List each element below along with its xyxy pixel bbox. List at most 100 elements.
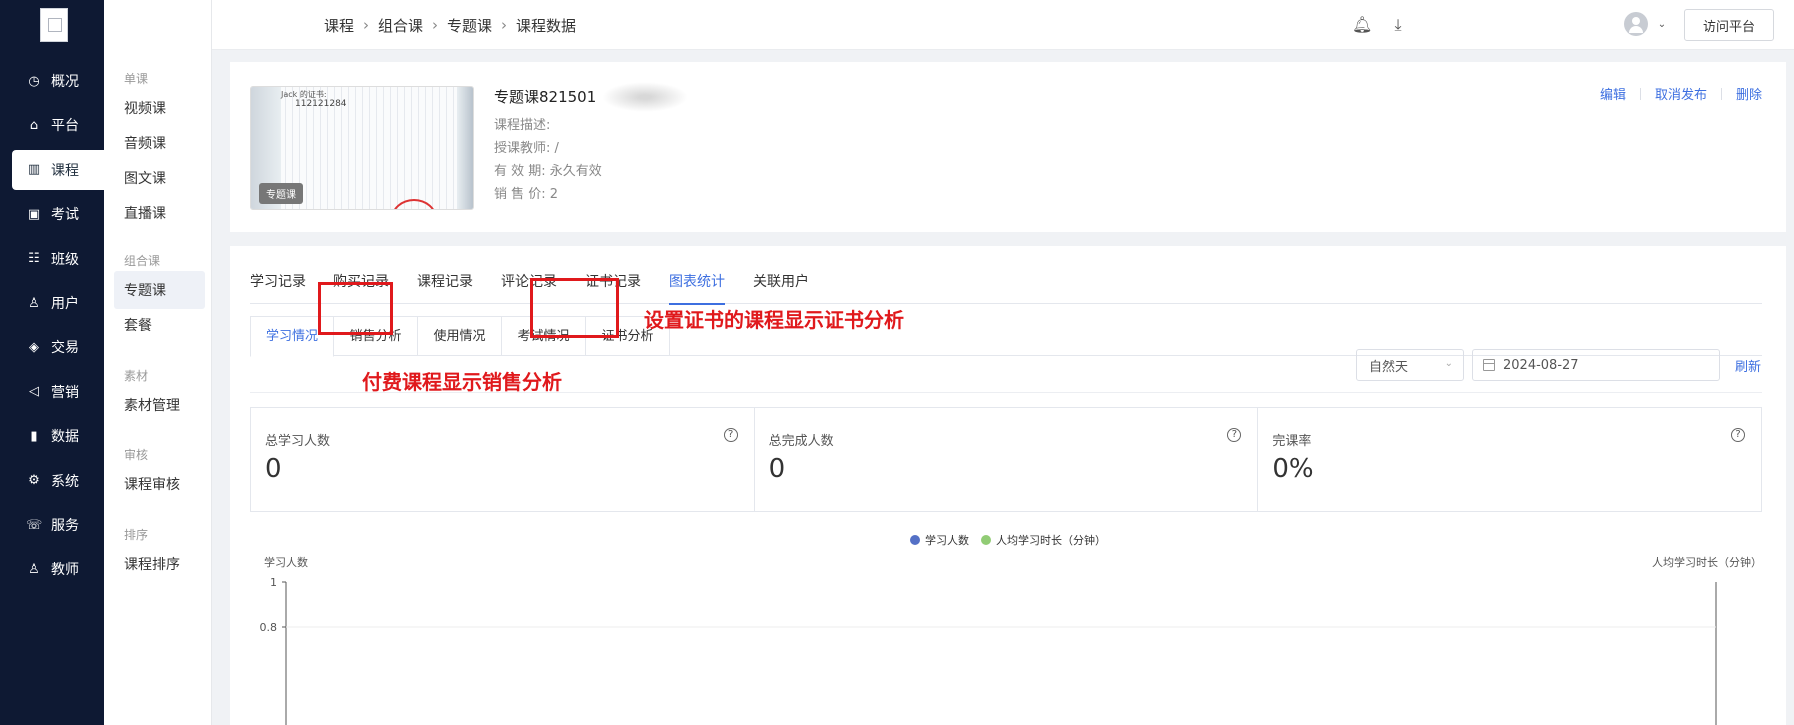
- submenu-item[interactable]: 音频课: [104, 124, 205, 162]
- submenu-item[interactable]: 图文课: [104, 159, 205, 197]
- help-icon[interactable]: ?: [1731, 428, 1746, 442]
- submenu-item[interactable]: 专题课: [114, 271, 205, 309]
- period-select[interactable]: 自然天 ⌄: [1356, 349, 1464, 381]
- app-logo[interactable]: [40, 8, 68, 42]
- sidebar-item[interactable]: ☷ 班级: [0, 239, 104, 279]
- date-picker[interactable]: 2024-08-27: [1472, 349, 1720, 381]
- refresh-button[interactable]: 刷新: [1735, 356, 1761, 375]
- chevron-down-icon: ⌄: [1444, 358, 1453, 369]
- teacher-icon: ♙: [28, 561, 40, 577]
- submenu-group-title: 单课: [124, 72, 149, 86]
- stat-label: 总完成人数: [768, 434, 834, 449]
- y-tick-label: 0.8: [260, 621, 278, 634]
- stats-row: 总学习人数 0 ? 总完成人数 0 ? 完课率 0% ?: [250, 407, 1762, 512]
- main-tabs: 学习记录 购买记录 课程记录 评论记录 证书记录 图表统计 关联用户: [250, 268, 1762, 305]
- submenu-item[interactable]: 套餐: [104, 306, 205, 344]
- tab-main[interactable]: 学习记录: [250, 268, 306, 304]
- sidebar-item[interactable]: ▥ 课程: [12, 149, 104, 190]
- settings-icon: ⚙: [28, 473, 40, 489]
- course-validity: 有 效 期: 永久有效: [494, 164, 602, 179]
- edit-button[interactable]: 编辑: [1600, 84, 1626, 103]
- y-axis-label: 学习人数: [264, 555, 308, 569]
- date-value: 2024-08-27: [1503, 357, 1579, 373]
- course-info-card: Jack 的证书: 112121284 专题课 专题课821501 课程描述: …: [230, 62, 1786, 232]
- exam-icon: ▣: [27, 206, 41, 222]
- sidebar-item[interactable]: ◷ 概况: [0, 61, 104, 101]
- unpublish-button[interactable]: 取消发布: [1655, 84, 1707, 103]
- thumb-text: 112121284: [295, 99, 347, 109]
- submenu-item[interactable]: 素材管理: [104, 386, 205, 424]
- stat-label: 总学习人数: [265, 434, 331, 449]
- breadcrumb-item[interactable]: 专题课: [447, 15, 492, 36]
- course-type-badge: 专题课: [259, 183, 303, 204]
- stamp-mark: [391, 199, 437, 209]
- submenu-item[interactable]: 直播课: [104, 194, 205, 232]
- avatar[interactable]: [1624, 12, 1648, 36]
- sidebar-item-label: 交易: [51, 340, 79, 357]
- tab-main[interactable]: 课程记录: [417, 268, 473, 304]
- highlight-box-sales: [318, 282, 393, 335]
- calendar-icon: [1483, 359, 1495, 371]
- course-submenu: 单课 视频课 音频课 图文课 直播课 组合课 专题课 套餐 素材 素材管理 审核 课程审核 排序 课程排序: [104, 0, 212, 725]
- class-icon: ☷: [28, 251, 40, 267]
- submenu-item[interactable]: 视频课: [104, 89, 205, 127]
- breadcrumb-item[interactable]: 组合课: [378, 15, 423, 36]
- user-icon: ♙: [28, 295, 40, 311]
- help-icon[interactable]: ?: [1227, 428, 1242, 442]
- sidebar-item[interactable]: ♙ 用户: [0, 283, 104, 323]
- submenu-group-title: 组合课: [124, 254, 161, 268]
- breadcrumb-item[interactable]: 课程: [324, 15, 354, 36]
- submenu-item[interactable]: 课程审核: [104, 465, 205, 503]
- store-icon: ⌂: [29, 117, 39, 133]
- bell-icon[interactable]: 🔔︎: [1352, 15, 1372, 35]
- divider: [250, 392, 1762, 393]
- highlight-box-cert: [530, 278, 619, 338]
- stat-value: 0%: [1272, 454, 1314, 484]
- sidebar-item[interactable]: ▮ 数据: [0, 416, 104, 456]
- stat-card: 总完成人数 0 ?: [755, 408, 1259, 511]
- breadcrumb: 课程 › 组合课 › 专题课 › 课程数据: [324, 15, 577, 36]
- learning-chart: 学习人数 人均学习时长（分钟） 1 0.8: [260, 555, 1762, 725]
- tab-main[interactable]: 关联用户: [753, 268, 809, 304]
- breadcrumb-current: 课程数据: [516, 16, 577, 35]
- sidebar-item-label: 系统: [51, 473, 79, 490]
- sidebar-item[interactable]: ☏ 服务: [0, 505, 104, 545]
- sidebar-item-label: 数据: [51, 429, 79, 446]
- stat-value: 0: [265, 454, 282, 484]
- book-icon: ▥: [27, 162, 41, 178]
- annotation-sales: 付费课程显示销售分析: [362, 370, 562, 394]
- stat-card: 完课率 0% ?: [1258, 408, 1761, 511]
- sidebar-item[interactable]: ◁ 营销: [0, 372, 104, 412]
- sidebar-item[interactable]: ▣ 考试: [0, 194, 104, 234]
- help-icon[interactable]: ?: [723, 428, 738, 442]
- stat-card: 总学习人数 0 ?: [251, 408, 755, 511]
- sidebar-item[interactable]: ◈ 交易: [0, 327, 104, 367]
- course-price: 销 售 价: 2: [494, 187, 559, 202]
- course-teacher: 授课教师: /: [494, 141, 559, 156]
- delete-button[interactable]: 删除: [1736, 84, 1762, 103]
- legend-item[interactable]: 人均学习时长（分钟）: [981, 532, 1106, 548]
- sidebar-item[interactable]: ⚙ 系统: [0, 461, 104, 501]
- chevron-down-icon[interactable]: ⌄: [1652, 15, 1672, 35]
- tab-sub[interactable]: 使用情况: [418, 316, 502, 356]
- visit-platform-button[interactable]: 访问平台: [1684, 9, 1774, 41]
- submenu-group-title: 审核: [124, 448, 149, 462]
- legend-item[interactable]: 学习人数: [910, 532, 969, 548]
- period-value: 自然天: [1369, 359, 1409, 375]
- tab-main[interactable]: 图表统计: [669, 268, 725, 305]
- service-icon: ☏: [26, 517, 43, 533]
- blurred-text: [602, 82, 688, 112]
- sidebar-item-label: 平台: [51, 118, 79, 135]
- download-icon[interactable]: ⤓: [1388, 15, 1408, 35]
- sidebar-item[interactable]: ♙ 教师: [0, 549, 104, 589]
- annotation-cert: 设置证书的课程显示证书分析: [644, 308, 904, 332]
- sidebar-item[interactable]: ⌂ 平台: [0, 105, 104, 145]
- course-thumbnail: Jack 的证书: 112121284 专题课: [250, 86, 474, 210]
- submenu-item[interactable]: 课程排序: [104, 545, 205, 583]
- submenu-group-title: 排序: [124, 528, 149, 542]
- sidebar-item-label: 考试: [51, 207, 79, 224]
- sidebar-item-label: 用户: [51, 296, 79, 312]
- sidebar-item-label: 教师: [51, 562, 79, 579]
- course-actions: 编辑 取消发布 删除: [1600, 84, 1762, 103]
- main-sidebar: ◷ 概况 ⌂ 平台 ▥ 课程 ▣ 考试 ☷ 班级 ♙ 用户 ◈ 交易 ◁ 营销 ▮ 数据 ⚙ 系统 ☏ 服务 ♙ 教师: [0, 0, 104, 725]
